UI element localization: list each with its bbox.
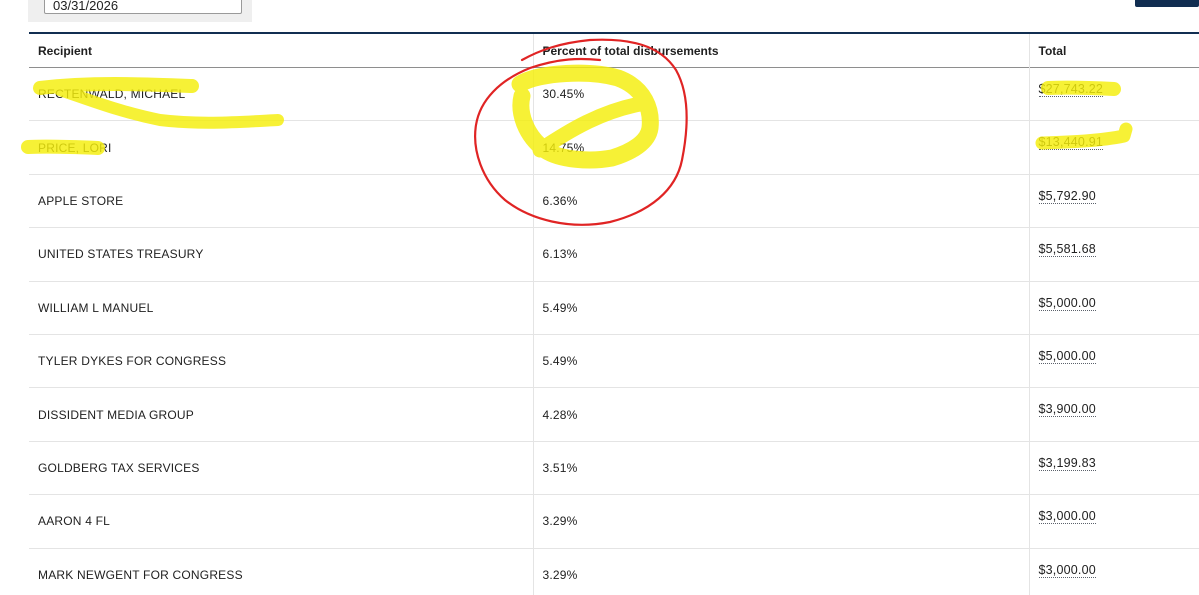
recipient-cell: RECTENWALD, MICHAEL <box>38 87 186 102</box>
total-amount-link[interactable]: $5,000.00 <box>1038 348 1096 364</box>
percent-cell: 14.75% <box>532 120 1029 175</box>
percent-cell: 3.29% <box>532 494 1029 549</box>
table-header-row: Recipient Percent of total disbursements… <box>29 33 1199 68</box>
disbursements-table: Recipient Percent of total disbursements… <box>29 32 1199 595</box>
top-right-button[interactable] <box>1135 0 1199 7</box>
table-row: APPLE STORE 6.36% $5,792.90 <box>29 174 1199 228</box>
disbursements-table-wrap: Recipient Percent of total disbursements… <box>29 32 1199 595</box>
total-amount-link[interactable]: $5,000.00 <box>1038 295 1096 311</box>
total-cell: $3,199.83 <box>1028 441 1199 495</box>
table-row: GOLDBERG TAX SERVICES 3.51% $3,199.83 <box>29 441 1199 495</box>
total-amount-link[interactable]: $3,199.83 <box>1038 455 1096 471</box>
table-row: WILLIAM L MANUEL 5.49% $5,000.00 <box>29 281 1199 335</box>
total-amount-link[interactable]: $27,743.22 <box>1038 82 1104 97</box>
total-amount-link[interactable]: $3,000.00 <box>1038 509 1096 525</box>
table-row: PRICE, LORI 14.75% $13,440.91 <box>29 120 1199 175</box>
recipient-cell: APPLE STORE <box>38 193 124 208</box>
table-row: DISSIDENT MEDIA GROUP 4.28% $3,900.00 <box>29 387 1199 442</box>
header-percent[interactable]: Percent of total disbursements <box>532 33 1029 68</box>
table-row: UNITED STATES TREASURY 6.13% $5,581.68 <box>29 227 1199 282</box>
percent-cell: 4.28% <box>532 387 1029 442</box>
recipient-cell: UNITED STATES TREASURY <box>38 247 204 262</box>
percent-cell: 30.45% <box>532 67 1029 121</box>
total-amount-link[interactable]: $3,000.00 <box>1038 562 1096 578</box>
total-amount-link[interactable]: $13,440.91 <box>1038 135 1104 151</box>
total-cell: $3,000.00 <box>1028 548 1199 595</box>
page: Recipient Percent of total disbursements… <box>0 0 1199 595</box>
total-cell: $5,000.00 <box>1028 334 1199 388</box>
header-total[interactable]: Total <box>1028 33 1199 68</box>
table-row: MARK NEWGENT FOR CONGRESS 3.29% $3,000.0… <box>29 548 1199 595</box>
percent-cell: 6.36% <box>532 174 1029 228</box>
total-amount-link[interactable]: $3,900.00 <box>1038 402 1096 418</box>
recipient-cell: GOLDBERG TAX SERVICES <box>38 460 200 475</box>
total-cell: $5,581.68 <box>1028 227 1199 282</box>
percent-cell: 3.51% <box>532 441 1029 495</box>
recipient-cell: PRICE, LORI <box>38 140 112 155</box>
total-cell: $3,000.00 <box>1028 494 1199 549</box>
recipient-cell: MARK NEWGENT FOR CONGRESS <box>38 567 243 582</box>
total-cell: $13,440.91 <box>1028 120 1199 175</box>
table-row: AARON 4 FL 3.29% $3,000.00 <box>29 494 1199 549</box>
table-row: TYLER DYKES FOR CONGRESS 5.49% $5,000.00 <box>29 334 1199 388</box>
percent-cell: 6.13% <box>532 227 1029 282</box>
total-cell: $5,000.00 <box>1028 281 1199 335</box>
total-amount-link[interactable]: $5,792.90 <box>1038 188 1096 204</box>
total-amount-link[interactable]: $5,581.68 <box>1038 242 1096 258</box>
recipient-cell: DISSIDENT MEDIA GROUP <box>38 407 195 422</box>
percent-cell: 5.49% <box>532 334 1029 388</box>
table-body: RECTENWALD, MICHAEL 30.45% $27,743.22 PR… <box>29 67 1199 595</box>
percent-cell: 5.49% <box>532 281 1029 335</box>
recipient-cell: TYLER DYKES FOR CONGRESS <box>38 354 227 369</box>
recipient-cell: AARON 4 FL <box>38 514 111 529</box>
end-date-input[interactable] <box>44 0 242 14</box>
total-cell: $5,792.90 <box>1028 174 1199 228</box>
header-recipient[interactable]: Recipient <box>29 33 533 68</box>
recipient-cell: WILLIAM L MANUEL <box>38 300 154 315</box>
table-row: RECTENWALD, MICHAEL 30.45% $27,743.22 <box>29 67 1199 121</box>
total-cell: $3,900.00 <box>1028 387 1199 442</box>
percent-cell: 3.29% <box>532 548 1029 595</box>
total-cell: $27,743.22 <box>1028 67 1199 121</box>
